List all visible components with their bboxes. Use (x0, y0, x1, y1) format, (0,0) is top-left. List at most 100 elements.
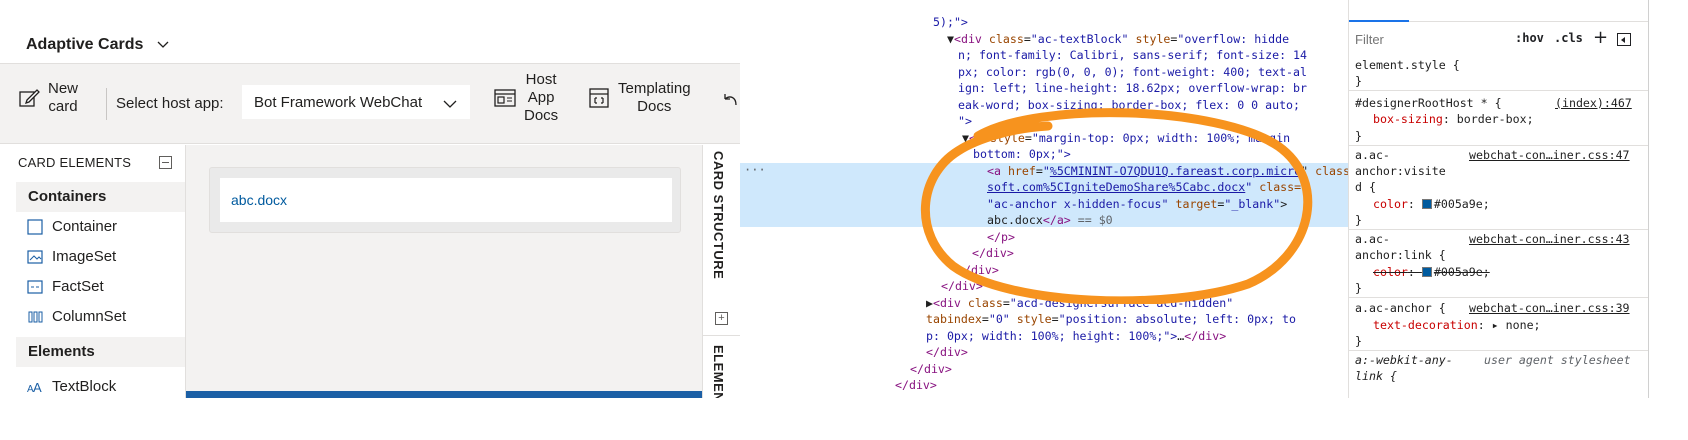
card-elements-panel: CARD ELEMENTS Containers Container Image… (16, 145, 186, 398)
more-options-icon[interactable]: ··· (744, 162, 766, 179)
rule-divider (1349, 229, 1648, 230)
rule-close: } (1355, 74, 1362, 88)
window-edge (1648, 0, 1649, 398)
rule-divider (1349, 145, 1648, 146)
element-factset[interactable]: FactSet (26, 278, 104, 295)
tree-line: px; color: rgb(0, 0, 0); font-weight: 40… (958, 65, 1308, 79)
tree-line: ign: left; line-height: 18.62px; overflo… (958, 81, 1308, 95)
rule-selector[interactable]: a:-webkit-any- (1355, 352, 1453, 369)
host-app-value: Bot Framework WebChat (254, 93, 423, 111)
templating-docs-button[interactable]: Templating Docs (588, 80, 691, 116)
tab-divider (703, 335, 740, 336)
edit-icon (19, 89, 40, 107)
new-card-label-2: card (48, 98, 78, 115)
element-textblock[interactable]: AA TextBlock (26, 378, 116, 395)
host-app-docs-label-2: App (527, 89, 555, 106)
active-tab-indicator (1349, 20, 1409, 22)
color-swatch[interactable] (1421, 199, 1432, 209)
rule-declaration[interactable]: color: #005a9e; (1373, 196, 1490, 213)
rule-divider (1349, 297, 1648, 298)
svg-text:A: A (33, 380, 42, 394)
rule-divider (1349, 90, 1648, 91)
undo-icon[interactable] (722, 91, 740, 111)
text-block-icon: AA (26, 379, 44, 395)
cls-toggle[interactable]: .cls (1554, 31, 1583, 45)
tab-card-structure[interactable]: CARD STRUCTURE (711, 151, 726, 279)
rule-selector[interactable]: a.ac-anchor { (1355, 300, 1446, 317)
new-rule-button[interactable]: + (1593, 27, 1608, 48)
chevron-down-icon[interactable] (155, 36, 171, 52)
rule-selector: anchor:link { (1355, 248, 1446, 262)
filter-input[interactable] (1355, 29, 1505, 49)
element-label: FactSet (52, 278, 104, 295)
rule-selector[interactable]: #designerRootHost * { (1355, 95, 1502, 112)
rule-declaration[interactable]: text-decoration: ▸ none; (1373, 317, 1541, 334)
side-tabs: CARD STRUCTURE + ELEMENTS (702, 145, 740, 398)
host-app-docs-label-3: Docs (524, 107, 559, 124)
styles-filter-row: :hov .cls + (1349, 27, 1648, 53)
tree-line: </div> (910, 362, 952, 376)
elements-category: Elements (16, 337, 185, 367)
element-container[interactable]: Container (26, 218, 117, 235)
toggle-sidebar-icon[interactable] (1617, 33, 1631, 46)
design-canvas[interactable]: abc.docx (186, 145, 702, 398)
app-title[interactable]: Adaptive Cards (26, 36, 143, 54)
element-label: TextBlock (52, 378, 117, 395)
new-card-label-1: New (48, 80, 79, 97)
element-imageset[interactable]: ImageSet (26, 248, 116, 265)
rule-declaration-overridden[interactable]: color: #005a9e; (1373, 264, 1490, 281)
tree-line: 5);"> (933, 15, 968, 29)
status-strip (186, 391, 702, 398)
tree-line: </div> (895, 378, 937, 392)
expand-triangle-icon[interactable]: ▸ (1492, 318, 1499, 332)
card-preview-frame: abc.docx (209, 167, 681, 233)
tab-elements[interactable]: ELEMENTS (711, 345, 726, 398)
rule-source-link[interactable]: (index):467 (1555, 95, 1632, 112)
rule-source-ua: user agent stylesheet (1484, 353, 1631, 367)
card-link[interactable]: abc.docx (231, 192, 287, 208)
element-label: ColumnSet (52, 308, 127, 325)
element-columnset[interactable]: ColumnSet (26, 308, 126, 325)
templating-docs-label-2: Docs (637, 98, 672, 115)
element-label: ImageSet (52, 248, 117, 265)
dom-tree: ··· 5);"> ▼<div class="ac-textBlock" sty… (740, 0, 1357, 398)
rule-close: } (1355, 334, 1362, 348)
rule-close: } (1355, 129, 1362, 143)
templating-docs-label-1: Templating (618, 80, 691, 97)
rule-divider (1349, 350, 1648, 351)
devtools-panel: ··· 5);"> ▼<div class="ac-textBlock" sty… (740, 0, 1648, 398)
hand-drawn-highlight-circle (920, 108, 1313, 304)
rule-selector[interactable]: a.ac- (1355, 147, 1390, 164)
rule-selector: link { (1355, 369, 1397, 383)
host-app-docs-label-1: Host (525, 71, 557, 88)
rule-source-link[interactable]: webchat-con…iner.css:43 (1469, 231, 1630, 248)
host-app-docs-button[interactable]: Host App Docs (494, 71, 558, 125)
new-card-button[interactable]: New card (18, 80, 78, 116)
styles-pane: :hov .cls + element.style { } #designerR… (1348, 0, 1648, 398)
container-icon (26, 218, 44, 235)
styles-tabs (1349, 0, 1648, 22)
template-icon (589, 88, 609, 108)
designer-header: Adaptive Cards (0, 18, 740, 64)
collapse-icon[interactable] (159, 156, 172, 169)
tree-line: p: 0px; width: 100%; height: 100%;">…</d… (926, 329, 1227, 343)
add-icon[interactable]: + (715, 312, 728, 325)
rule-close: } (1355, 213, 1362, 227)
tree-line: n; font-family: Calibri, sans-serif; fon… (958, 48, 1308, 62)
element-label: Container (52, 218, 118, 235)
element-style-selector[interactable]: element.style { (1355, 57, 1460, 74)
rule-source-link[interactable]: webchat-con…iner.css:47 (1469, 147, 1630, 164)
adaptive-cards-designer: Adaptive Cards New card Select host app:… (0, 0, 740, 398)
adaptive-card[interactable]: abc.docx (220, 178, 672, 222)
rule-selector[interactable]: a.ac- (1355, 231, 1390, 248)
hov-toggle[interactable]: :hov (1515, 31, 1544, 45)
card-elements-header: CARD ELEMENTS (18, 155, 132, 170)
tree-node-textblock[interactable]: ▼<div class="ac-textBlock" style="overfl… (947, 31, 1289, 48)
tree-line: </div> (926, 345, 968, 359)
rule-source-link[interactable]: webchat-con…iner.css:39 (1469, 300, 1630, 317)
tree-line: tabindex="0" style="position: absolute; … (926, 312, 1296, 326)
color-swatch[interactable] (1421, 267, 1432, 277)
rule-selector: anchor:visite (1355, 164, 1446, 178)
host-app-select[interactable]: Bot Framework WebChat (241, 84, 471, 120)
rule-declaration[interactable]: box-sizing: border-box; (1373, 111, 1534, 128)
